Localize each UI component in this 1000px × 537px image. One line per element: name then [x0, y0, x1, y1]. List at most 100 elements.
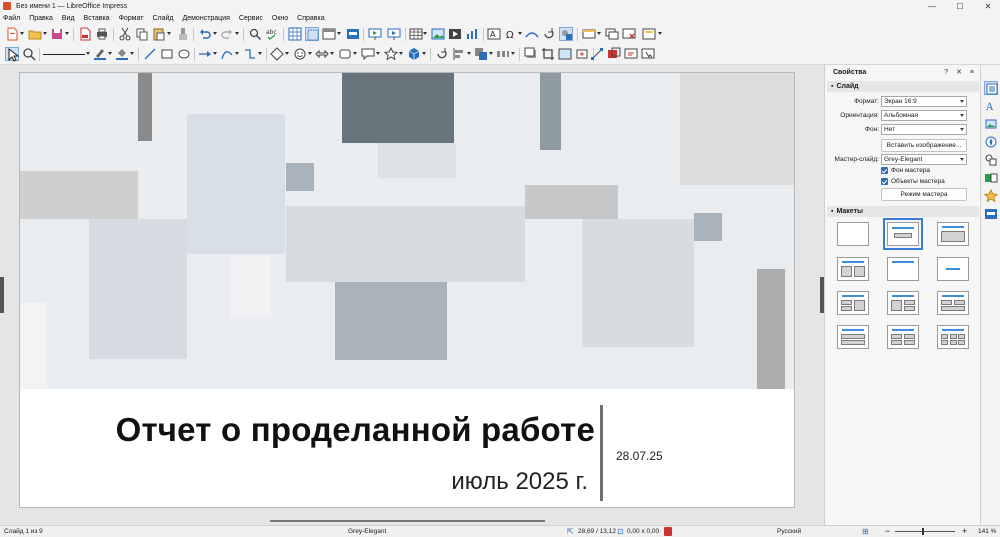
menu-view[interactable]: Вид	[62, 15, 75, 22]
minimize-button[interactable]: —	[922, 0, 942, 12]
menu-help[interactable]: Справка	[297, 15, 324, 22]
slide-date[interactable]: 28.07.25	[616, 449, 663, 463]
layout-content-over-content[interactable]	[837, 325, 869, 349]
arrange-dropdown-icon[interactable]	[489, 52, 493, 55]
shapes-icon[interactable]	[559, 27, 573, 41]
callout-shapes-icon[interactable]	[361, 47, 375, 61]
callout-dropdown-icon[interactable]	[376, 52, 380, 55]
layout-two-content-title[interactable]	[837, 291, 869, 315]
line-color-dropdown-icon[interactable]	[108, 52, 112, 55]
find-replace-icon[interactable]	[248, 27, 262, 41]
sidebar-close-button[interactable]: ✕	[956, 69, 962, 76]
menu-tools[interactable]: Сервис	[239, 15, 263, 22]
slide-work-area[interactable]: Отчет о проделанной работе июль 2025 г. …	[0, 65, 824, 525]
distribute-dropdown-icon[interactable]	[511, 52, 515, 55]
menu-format[interactable]: Формат	[119, 15, 144, 22]
crop-image-icon[interactable]	[541, 47, 555, 61]
master-background-checkbox[interactable]: Фон мастера	[881, 167, 930, 174]
gallery-tab-icon[interactable]	[984, 117, 998, 131]
rectangle-icon[interactable]	[160, 47, 174, 61]
section-layouts-header[interactable]: ▪ Макеты	[827, 206, 979, 217]
fontwork-icon[interactable]	[525, 27, 539, 41]
rotate-icon[interactable]	[542, 27, 556, 41]
text-box-icon[interactable]: A	[487, 27, 501, 41]
slide-layout-icon[interactable]	[642, 27, 656, 41]
line-style-icon[interactable]	[43, 54, 85, 55]
horizontal-scrollbar[interactable]	[270, 520, 545, 522]
stars-icon[interactable]	[384, 47, 398, 61]
zoom-slider-track[interactable]	[895, 531, 955, 532]
filter-icon[interactable]	[558, 47, 572, 61]
menu-insert[interactable]: Вставка	[84, 15, 110, 22]
symbol-shapes-dropdown-icon[interactable]	[308, 52, 312, 55]
undo-icon[interactable]	[198, 27, 212, 41]
arrange-icon[interactable]	[474, 47, 488, 61]
export-pdf-icon[interactable]	[78, 27, 92, 41]
maximize-button[interactable]: ☐	[950, 0, 970, 12]
open-folder-icon[interactable]	[28, 27, 42, 41]
fill-color-icon[interactable]	[115, 47, 129, 61]
new-dropdown-icon[interactable]	[20, 32, 24, 35]
menu-slideshow[interactable]: Демонстрация	[182, 15, 229, 22]
glue-points-icon[interactable]	[575, 47, 589, 61]
layout-blank[interactable]	[837, 222, 869, 246]
symbol-shapes-icon[interactable]	[293, 47, 307, 61]
curve-icon[interactable]	[220, 47, 234, 61]
layout-title-only[interactable]	[887, 257, 919, 281]
save-icon[interactable]	[50, 27, 64, 41]
paste-icon[interactable]	[152, 27, 166, 41]
stars-dropdown-icon[interactable]	[399, 52, 403, 55]
3d-objects-dropdown-icon[interactable]	[422, 52, 426, 55]
distribute-icon[interactable]	[496, 47, 510, 61]
sidebar-menu-button[interactable]: ≡	[970, 69, 974, 76]
paste-dropdown-icon[interactable]	[167, 32, 171, 35]
arrow-dropdown-icon[interactable]	[213, 52, 217, 55]
flowchart-dropdown-icon[interactable]	[353, 52, 357, 55]
new-page-icon[interactable]	[582, 27, 596, 41]
animation-icon[interactable]	[624, 47, 638, 61]
save-dropdown-icon[interactable]	[65, 32, 69, 35]
rotate-object-icon[interactable]	[435, 47, 449, 61]
cut-icon[interactable]	[118, 27, 132, 41]
zoom-icon[interactable]	[22, 47, 36, 61]
document-modified-icon[interactable]	[664, 527, 672, 536]
shapes-tab-icon[interactable]	[984, 153, 998, 167]
points-icon[interactable]	[590, 47, 604, 61]
special-character-icon[interactable]: Ω	[504, 27, 518, 41]
slide-title[interactable]: Отчет о проделанной работе	[50, 411, 595, 449]
master-objects-checkbox[interactable]: Объекты мастера	[881, 178, 945, 185]
curve-dropdown-icon[interactable]	[235, 52, 239, 55]
table-dropdown-icon[interactable]	[423, 32, 427, 35]
align-objects-icon[interactable]	[452, 47, 466, 61]
toggle-extrusion-icon[interactable]	[607, 47, 621, 61]
zoom-slider-handle[interactable]	[922, 528, 924, 535]
insert-chart-icon[interactable]	[465, 27, 479, 41]
open-dropdown-icon[interactable]	[43, 32, 47, 35]
animation-tab-icon[interactable]	[984, 189, 998, 203]
arrow-line-icon[interactable]	[198, 47, 212, 61]
block-arrows-dropdown-icon[interactable]	[330, 52, 334, 55]
new-document-icon[interactable]	[5, 27, 19, 41]
print-icon[interactable]	[95, 27, 109, 41]
master-slide-icon[interactable]	[346, 27, 360, 41]
views-dropdown-icon[interactable]	[337, 32, 341, 35]
align-dropdown-icon[interactable]	[467, 52, 471, 55]
flowchart-icon[interactable]	[338, 47, 352, 61]
menu-slide[interactable]: Слайд	[152, 15, 173, 22]
ellipse-icon[interactable]	[177, 47, 191, 61]
line-style-dropdown-icon[interactable]	[86, 52, 90, 55]
sidebar-help-button[interactable]: ?	[944, 69, 948, 76]
layout-centered-text[interactable]	[937, 257, 969, 281]
menu-file[interactable]: Файл	[3, 15, 20, 22]
shadow-icon[interactable]	[524, 47, 538, 61]
start-first-slide-icon[interactable]	[368, 27, 382, 41]
master-mode-button[interactable]: Режим мастера	[881, 188, 967, 201]
insert-image-button[interactable]: Вставить изображение...	[881, 139, 967, 152]
delete-slide-icon[interactable]	[622, 27, 636, 41]
layout-content-two-right[interactable]	[887, 291, 919, 315]
slide-canvas[interactable]: Отчет о проделанной работе июль 2025 г. …	[19, 72, 795, 508]
background-select[interactable]: Нет	[881, 124, 967, 135]
insert-image-icon[interactable]	[431, 27, 445, 41]
insert-media-icon[interactable]	[448, 27, 462, 41]
master-slide-select[interactable]: Grey-Elegant	[881, 154, 967, 165]
